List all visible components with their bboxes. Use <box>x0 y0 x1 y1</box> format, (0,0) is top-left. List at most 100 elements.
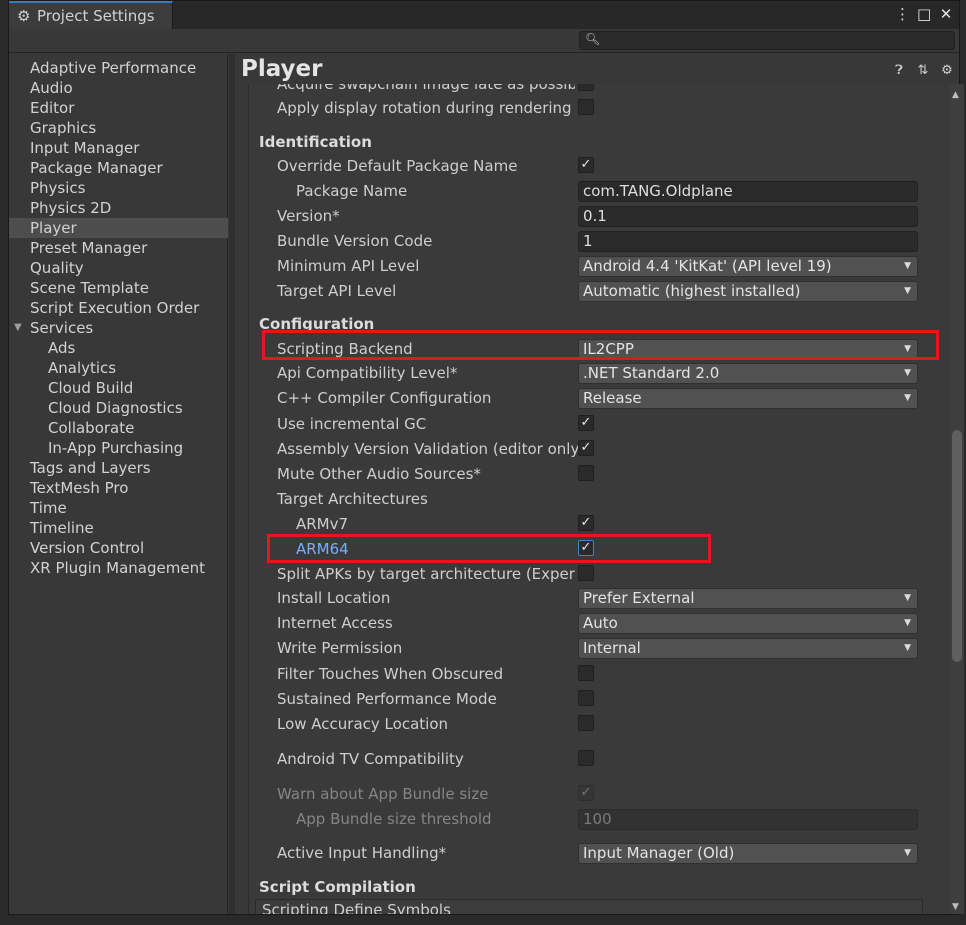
sidebar-item-audio[interactable]: Audio <box>9 78 228 98</box>
android-tv-checkbox[interactable] <box>578 750 594 766</box>
more-options-icon[interactable]: ⋮ <box>895 5 910 23</box>
sidebar-item-physics-2d[interactable]: Physics 2D <box>9 198 228 218</box>
sidebar-item-label: XR Plugin Management <box>30 559 205 577</box>
assembly-validation-row: Assembly Version Validation (editor only… <box>249 439 939 461</box>
sidebar-splitter[interactable] <box>229 54 235 914</box>
dropdown-value: Input Manager (Old) <box>583 844 735 862</box>
project-settings-window: ⚙ Project Settings ⋮ □ ✕ 🔍︎ Adaptive Per… <box>8 0 964 915</box>
bundle-threshold-field: 100 <box>578 809 918 830</box>
apply-rotation-label: Apply display rotation during rendering <box>277 99 572 117</box>
target-api-dropdown[interactable]: Automatic (highest installed) ▼ <box>578 281 918 302</box>
sidebar-item-collaborate[interactable]: Collaborate <box>9 418 228 438</box>
sustained-perf-row: Sustained Performance Mode <box>249 689 939 711</box>
sidebar-item-quality[interactable]: Quality <box>9 258 228 278</box>
input-handling-label: Active Input Handling* <box>277 844 447 862</box>
sidebar-item-label: Version Control <box>30 539 145 557</box>
override-package-checkbox[interactable]: ✓ <box>578 157 594 173</box>
scripting-backend-row: Scripting Backend IL2CPP ▼ <box>249 339 939 361</box>
sidebar-item-player[interactable]: Player <box>9 218 228 238</box>
scrollbar-thumb[interactable] <box>952 430 962 662</box>
dropdown-value: Release <box>583 389 642 407</box>
install-location-dropdown[interactable]: Prefer External ▼ <box>578 588 918 609</box>
sidebar-item-xr-plugin-management[interactable]: XR Plugin Management <box>9 558 228 578</box>
sidebar-item-tags-and-layers[interactable]: Tags and Layers <box>9 458 228 478</box>
dropdown-value: Android 4.4 'KitKat' (API level 19) <box>583 257 832 275</box>
sidebar-item-scene-template[interactable]: Scene Template <box>9 278 228 298</box>
sidebar-item-cloud-build[interactable]: Cloud Build <box>9 378 228 398</box>
sidebar-item-textmesh-pro[interactable]: TextMesh Pro <box>9 478 228 498</box>
target-arch-label: Target Architectures <box>277 490 428 508</box>
version-field[interactable]: 0.1 <box>578 206 918 227</box>
sustained-perf-label: Sustained Performance Mode <box>277 690 497 708</box>
api-compat-dropdown[interactable]: .NET Standard 2.0 ▼ <box>578 363 918 384</box>
internet-access-dropdown[interactable]: Auto ▼ <box>578 613 918 634</box>
api-compat-row: Api Compatibility Level* .NET Standard 2… <box>249 363 939 385</box>
project-settings-tab[interactable]: ⚙ Project Settings <box>9 1 173 29</box>
input-handling-dropdown[interactable]: Input Manager (Old) ▼ <box>578 843 918 864</box>
acquire-swapchain-label: Acquire swapchain image late as possible <box>277 84 575 93</box>
split-apks-checkbox[interactable] <box>578 565 594 581</box>
install-location-row: Install Location Prefer External ▼ <box>249 588 939 610</box>
cpp-config-dropdown[interactable]: Release ▼ <box>578 388 918 409</box>
sidebar-item-services[interactable]: ▼ Services <box>9 318 228 338</box>
sidebar-item-adaptive-performance[interactable]: Adaptive Performance <box>9 58 228 78</box>
maximize-icon[interactable]: □ <box>917 5 931 23</box>
sidebar-item-graphics[interactable]: Graphics <box>9 118 228 138</box>
help-icon[interactable]: ❓︎ <box>891 63 907 78</box>
settings-icon[interactable]: ⚙ <box>939 63 955 78</box>
sidebar-item-cloud-diagnostics[interactable]: Cloud Diagnostics <box>9 398 228 418</box>
sidebar-item-label: Adaptive Performance <box>30 59 197 77</box>
sidebar-item-label: Services <box>30 319 94 337</box>
incremental-gc-checkbox[interactable]: ✓ <box>578 415 594 431</box>
cpp-config-label: C++ Compiler Configuration <box>277 389 492 407</box>
sidebar-item-physics[interactable]: Physics <box>9 178 228 198</box>
sidebar-item-in-app-purchasing[interactable]: In-App Purchasing <box>9 438 228 458</box>
version-label: Version* <box>277 207 340 225</box>
sidebar-item-analytics[interactable]: Analytics <box>9 358 228 378</box>
scripting-backend-dropdown[interactable]: IL2CPP ▼ <box>578 339 918 360</box>
fold-down-icon[interactable]: ▼ <box>14 318 22 338</box>
close-icon[interactable]: ✕ <box>939 5 953 23</box>
sidebar-item-time[interactable]: Time <box>9 498 228 518</box>
chevron-down-icon: ▼ <box>904 393 911 403</box>
acquire-swapchain-checkbox[interactable] <box>578 84 594 91</box>
apply-rotation-checkbox[interactable] <box>578 99 594 115</box>
sidebar-item-editor[interactable]: Editor <box>9 98 228 118</box>
sidebar-item-version-control[interactable]: Version Control <box>9 538 228 558</box>
sidebar-item-label: Timeline <box>30 519 94 537</box>
filter-touches-checkbox[interactable] <box>578 665 594 681</box>
bundle-code-field[interactable]: 1 <box>578 231 918 252</box>
scripting-backend-label: Scripting Backend <box>277 340 413 358</box>
cpp-config-row: C++ Compiler Configuration Release ▼ <box>249 388 939 410</box>
mute-audio-checkbox[interactable] <box>578 465 594 481</box>
sidebar-item-ads[interactable]: Ads <box>9 338 228 358</box>
write-permission-dropdown[interactable]: Internal ▼ <box>578 638 918 659</box>
sidebar-item-script-execution-order[interactable]: Script Execution Order <box>9 298 228 318</box>
vertical-scrollbar[interactable]: ▲ ▼ <box>950 84 964 914</box>
sidebar-item-label: Analytics <box>48 359 117 377</box>
scroll-down-icon[interactable]: ▼ <box>952 902 959 912</box>
assembly-validation-checkbox[interactable]: ✓ <box>578 440 594 456</box>
sidebar-item-input-manager[interactable]: Input Manager <box>9 138 228 158</box>
define-symbols-row[interactable]: Scripting Define Symbols <box>255 899 923 914</box>
low-accuracy-checkbox[interactable] <box>578 715 594 731</box>
package-name-field[interactable]: com.TANG.Oldplane <box>578 181 918 202</box>
search-input[interactable]: 🔍︎ <box>579 31 955 50</box>
scroll-up-icon[interactable]: ▲ <box>952 90 959 100</box>
armv7-label: ARMv7 <box>296 515 349 533</box>
target-arch-row: Target Architectures <box>249 489 939 511</box>
preset-icon[interactable]: ⇅ <box>915 63 931 78</box>
armv7-checkbox[interactable]: ✓ <box>578 515 594 531</box>
configuration-header: Configuration <box>259 315 375 333</box>
arm64-checkbox[interactable]: ✓ <box>578 540 594 556</box>
min-api-dropdown[interactable]: Android 4.4 'KitKat' (API level 19) ▼ <box>578 256 918 277</box>
gear-icon: ⚙ <box>17 7 31 25</box>
sustained-perf-checkbox[interactable] <box>578 690 594 706</box>
sidebar-item-label: Cloud Build <box>48 379 134 397</box>
sidebar-item-preset-manager[interactable]: Preset Manager <box>9 238 228 258</box>
sidebar-item-package-manager[interactable]: Package Manager <box>9 158 228 178</box>
header-icons: ❓︎ ⇅ ⚙ <box>891 63 955 78</box>
sidebar-item-timeline[interactable]: Timeline <box>9 518 228 538</box>
dropdown-value: Prefer External <box>583 589 695 607</box>
warn-bundle-label: Warn about App Bundle size <box>277 785 489 803</box>
